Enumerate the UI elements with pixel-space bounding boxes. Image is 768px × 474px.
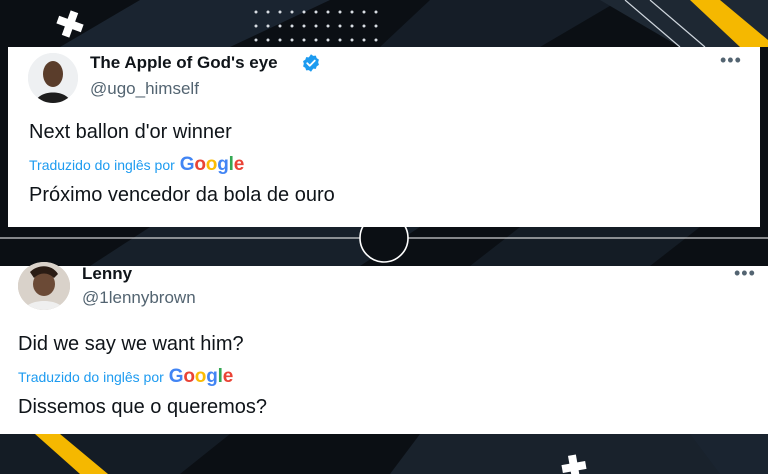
more-dots-icon[interactable]: ••• <box>734 264 756 282</box>
translation-attribution[interactable]: Traduzido do inglês por Google <box>29 154 244 176</box>
display-name[interactable]: The Apple of God's eye <box>90 53 278 73</box>
avatar[interactable] <box>28 53 78 103</box>
avatar-photo-icon <box>18 262 70 310</box>
avatar[interactable] <box>18 262 70 310</box>
tweet-text: Next ballon d'or winner <box>29 121 232 143</box>
translated-text: Dissemos que o queremos? <box>18 396 268 418</box>
tweet-text: Did we say we want him? <box>18 333 244 355</box>
google-logo: Google <box>168 366 234 387</box>
display-name[interactable]: Lenny <box>82 264 132 284</box>
tweet-card[interactable]: The Apple of God's eye @ugo_himself ••• … <box>8 47 760 227</box>
tweet-card[interactable]: Lenny @1lennybrown ••• Did we say we wan… <box>0 262 768 434</box>
user-handle[interactable]: @ugo_himself <box>90 79 199 99</box>
verified-badge-icon <box>303 54 319 72</box>
google-logo: Google <box>179 154 245 175</box>
translation-attribution[interactable]: Traduzido do inglês por Google <box>18 366 233 388</box>
user-handle[interactable]: @1lennybrown <box>82 288 196 308</box>
avatar-photo-icon <box>28 53 78 103</box>
translated-by-label: Traduzido do inglês por <box>29 157 175 173</box>
translated-text: Próximo vencedor da bola de ouro <box>29 184 335 206</box>
more-dots-icon[interactable]: ••• <box>720 51 742 69</box>
translated-by-label: Traduzido do inglês por <box>18 369 164 385</box>
